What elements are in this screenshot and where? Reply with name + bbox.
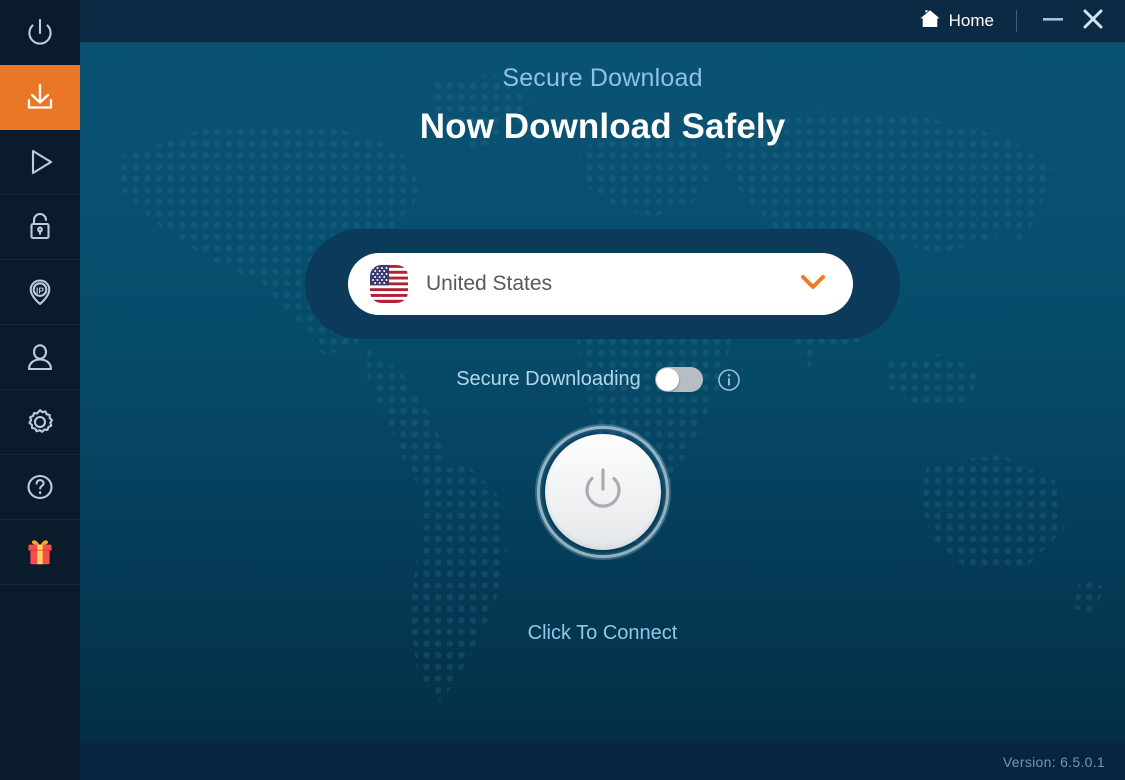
power-icon: [20, 13, 60, 53]
country-select-value: United States: [426, 272, 553, 295]
us-flag-icon: [370, 265, 408, 303]
sidebar-item-settings[interactable]: [0, 390, 80, 455]
vpn-app-window: IP Home Secure Download Now Download Saf…: [0, 0, 1125, 780]
minimize-button[interactable]: [1033, 6, 1073, 36]
connect-power-button[interactable]: [534, 424, 671, 560]
close-button[interactable]: [1073, 6, 1113, 36]
page-title: Now Download Safely: [419, 107, 786, 146]
home-label: Home: [948, 11, 994, 30]
power-button-ring: [536, 426, 669, 558]
ip-pin-icon: IP: [21, 273, 59, 311]
svg-text:IP: IP: [36, 285, 44, 295]
page-subtitle: Secure Download: [502, 64, 703, 92]
sidebar-item-security[interactable]: [0, 195, 80, 260]
content-area: Secure Download Now Download Safely Unit…: [80, 42, 1125, 743]
toggle-knob: [655, 368, 679, 391]
lock-icon: [21, 208, 59, 246]
download-icon: [21, 78, 59, 116]
close-icon: [1082, 8, 1104, 35]
country-select[interactable]: United States: [348, 253, 853, 315]
minimize-icon: [1042, 12, 1064, 30]
main-panel: Home Secure Download Now Download Safely…: [80, 0, 1125, 780]
sidebar-item-help[interactable]: [0, 455, 80, 520]
home-button[interactable]: Home: [911, 5, 1002, 38]
secure-downloading-toggle[interactable]: [654, 367, 703, 392]
sidebar: IP: [0, 0, 80, 780]
sidebar-item-streaming[interactable]: [0, 130, 80, 195]
secure-downloading-label: Secure Downloading: [456, 368, 641, 390]
footer-bar: Version: 6.5.0.1: [80, 743, 1125, 780]
country-select-shell: United States: [305, 229, 900, 339]
gear-icon: [21, 403, 59, 441]
home-icon: [919, 9, 941, 34]
sidebar-item-rewards[interactable]: [0, 520, 80, 585]
secure-downloading-row: Secure Downloading: [456, 367, 741, 392]
info-icon[interactable]: [717, 368, 741, 392]
play-icon: [21, 143, 59, 181]
sidebar-item-download[interactable]: [0, 65, 80, 130]
sidebar-item-power[interactable]: [0, 0, 80, 65]
chevron-down-icon[interactable]: [799, 272, 827, 297]
version-label: Version: 6.5.0.1: [1002, 753, 1105, 770]
connect-hint-text: Click To Connect: [527, 622, 678, 644]
title-bar: Home: [80, 0, 1125, 42]
sidebar-item-ip-address[interactable]: IP: [0, 260, 80, 325]
sidebar-item-account[interactable]: [0, 325, 80, 390]
gift-icon: [20, 532, 60, 572]
user-icon: [21, 338, 59, 376]
question-icon: [21, 468, 59, 506]
titlebar-divider: [1016, 10, 1017, 32]
